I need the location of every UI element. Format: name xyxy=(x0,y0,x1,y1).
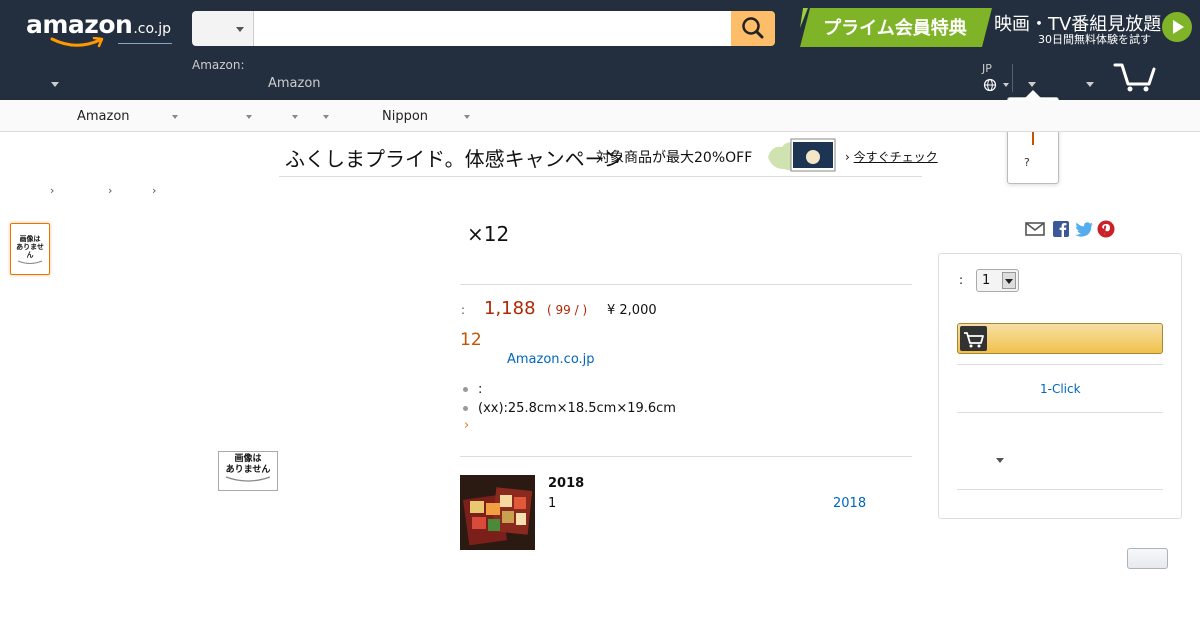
chevron-down-icon xyxy=(1005,279,1013,284)
sub-header xyxy=(0,58,1200,100)
no-image-placeholder: 画像は ありません xyxy=(14,235,46,264)
list-price: ¥ 2,000 xyxy=(607,303,657,318)
cart-icon xyxy=(964,332,984,348)
category-bar xyxy=(0,100,1200,132)
promo-discount-text: 対象商品が最大20%OFF xyxy=(596,150,753,166)
divider xyxy=(957,364,1163,365)
twitter-icon[interactable] xyxy=(1074,220,1094,238)
list-item: (xx):25.8cm×18.5cm×19.6cm xyxy=(462,399,676,418)
search-department-select[interactable] xyxy=(192,11,254,46)
language-label[interactable]: JP xyxy=(982,62,992,75)
logo-word: amazon xyxy=(26,10,133,39)
logo-tld: .co.jp xyxy=(133,21,172,37)
breadcrumb-separator: › xyxy=(152,184,157,197)
chevron-down-icon[interactable] xyxy=(246,115,252,119)
stock-count: 12 xyxy=(460,330,482,350)
quantity-select[interactable]: 1 xyxy=(976,269,1019,292)
divider xyxy=(957,489,1163,490)
category-item-nippon[interactable]: Nippon xyxy=(382,109,428,124)
chevron-down-icon[interactable] xyxy=(996,458,1004,463)
seller-link[interactable]: Amazon.co.jp xyxy=(507,352,595,367)
price-label: : xyxy=(461,303,466,317)
promo-check-text: 今すぐチェック xyxy=(853,150,938,164)
account-chevron-icon[interactable] xyxy=(1028,82,1036,87)
product-price: 1,188 xyxy=(484,298,536,319)
fukushima-map-image xyxy=(768,138,836,172)
address-link[interactable]: Amazon xyxy=(268,76,321,91)
feature-bullets: : (xx):25.8cm×18.5cm×19.6cm xyxy=(462,380,676,418)
no-image-line1: 画像は xyxy=(234,454,262,464)
related-link[interactable]: 2018 xyxy=(833,496,866,511)
chevron-down-icon[interactable] xyxy=(464,115,470,119)
search-icon xyxy=(742,17,764,39)
divider xyxy=(460,456,912,457)
globe-icon[interactable] xyxy=(983,78,1009,92)
related-qty: 1 xyxy=(548,496,557,511)
chevron-down-icon[interactable] xyxy=(323,115,329,119)
related-product-image[interactable] xyxy=(460,475,535,550)
search-input[interactable] xyxy=(254,11,731,46)
smile-icon xyxy=(225,476,271,482)
play-icon[interactable] xyxy=(1162,12,1192,42)
popover-help-text[interactable]: ? xyxy=(1024,156,1030,169)
chevron-down-icon xyxy=(236,27,244,32)
main-product-image[interactable]: 画像は ありません xyxy=(218,451,278,491)
breadcrumb-separator: › xyxy=(50,184,55,197)
no-image-line2: ありません xyxy=(225,465,271,475)
smile-icon xyxy=(50,37,104,48)
quantity-label: : xyxy=(959,273,964,287)
address-label: Amazon: xyxy=(192,58,245,72)
chevron-down-icon[interactable] xyxy=(292,115,298,119)
add-to-cart-button[interactable] xyxy=(957,323,1163,354)
no-image-line1: 画像は xyxy=(19,235,41,243)
small-button[interactable] xyxy=(1127,548,1168,569)
category-item-amazon[interactable]: Amazon xyxy=(77,109,130,124)
promo-check-link[interactable]: › 今すぐチェック xyxy=(845,148,938,165)
quantity-arrow[interactable] xyxy=(1002,272,1016,289)
chevron-down-icon[interactable] xyxy=(51,82,59,87)
quantity-value: 1 xyxy=(982,273,991,288)
one-click-link[interactable]: 1-Click xyxy=(1040,382,1081,396)
unit-price: ( 99 / ) xyxy=(547,303,588,317)
search-button[interactable] xyxy=(731,11,775,46)
no-image-line2: ありません xyxy=(16,243,44,259)
product-title: ×12 xyxy=(467,222,510,246)
image-thumbnail[interactable]: 画像は ありません xyxy=(10,223,50,275)
cart-icon-box xyxy=(960,326,987,351)
promo-discount[interactable]: 対象商品が最大20%OFF xyxy=(596,147,752,167)
orders-chevron-icon[interactable] xyxy=(1086,82,1094,87)
facebook-icon[interactable] xyxy=(1053,220,1071,238)
amazon-logo[interactable]: amazon.co.jp xyxy=(26,10,172,48)
related-title[interactable]: 2018 xyxy=(548,476,584,491)
pinterest-icon[interactable] xyxy=(1097,220,1115,238)
logo-underline xyxy=(118,43,172,44)
list-item: : xyxy=(462,380,676,399)
cart-icon[interactable] xyxy=(1113,60,1157,94)
prime-banner-text[interactable]: プライム会員特典 xyxy=(820,14,970,40)
divider xyxy=(957,412,1163,413)
breadcrumb-separator: › xyxy=(108,184,113,197)
chevron-down-icon[interactable] xyxy=(172,115,178,119)
email-share-icon[interactable] xyxy=(1025,220,1045,238)
promo-title[interactable]: ふくしまプライド。体感キャンペーン xyxy=(285,143,624,172)
trial-text[interactable]: 30日間無料体験を試す xyxy=(1038,31,1151,47)
smile-icon xyxy=(17,260,43,264)
header-divider xyxy=(1012,64,1013,92)
divider xyxy=(460,284,912,285)
see-more-link[interactable]: › xyxy=(464,418,469,433)
